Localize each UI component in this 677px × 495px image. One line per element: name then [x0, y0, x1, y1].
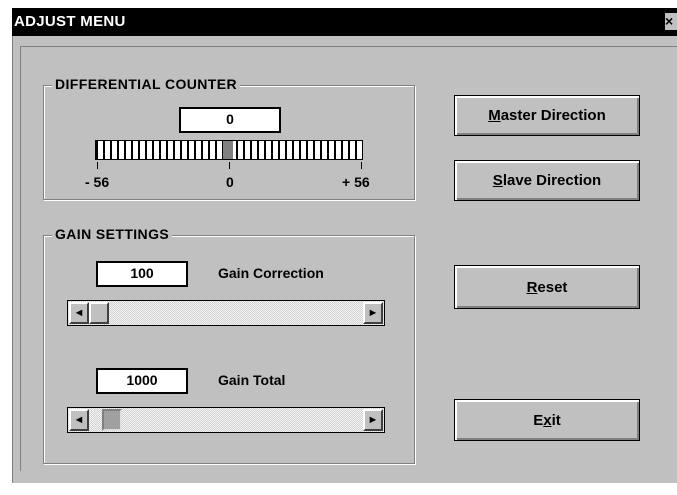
reset-button[interactable]: Reset: [454, 265, 640, 309]
gain-correction-label: Gain Correction: [218, 265, 324, 281]
adjust-dialog: DIFFERENTIAL COUNTER 0 - 56 0 + 56 GAIN …: [12, 36, 677, 483]
differential-counter-label: DIFFERENTIAL COUNTER: [52, 76, 240, 92]
differential-counter-group: DIFFERENTIAL COUNTER 0 - 56 0 + 56: [43, 76, 415, 200]
title-bar: ADJUST MENU ×: [12, 8, 677, 36]
exit-label-end: it: [551, 411, 561, 429]
gain-correction-field[interactable]: 100: [96, 261, 188, 287]
slave-direction-mnemonic: S: [492, 172, 503, 189]
master-direction-label: aster Direction: [500, 107, 606, 124]
gain-total-label: Gain Total: [218, 372, 286, 388]
scale-mid-label: 0: [226, 174, 234, 190]
slave-direction-button[interactable]: Slave Direction: [454, 160, 640, 201]
scale-center-marker: [223, 141, 233, 159]
master-direction-mnemonic: M: [488, 107, 501, 124]
scale-tick-mid: [229, 162, 230, 169]
differential-scale-bar: [95, 140, 363, 160]
scroll-left-arrow-icon[interactable]: ◄: [69, 302, 89, 324]
exit-button[interactable]: Exit: [454, 399, 640, 441]
slave-direction-label: lave Direction: [502, 172, 602, 189]
gain-total-scrollbar[interactable]: ◄ ►: [67, 407, 385, 433]
gain-total-field[interactable]: 1000: [96, 368, 188, 394]
scale-max-label: + 56: [342, 174, 370, 190]
exit-label-start: E: [533, 411, 544, 429]
window-title: ADJUST MENU: [14, 13, 126, 30]
gain-settings-group: GAIN SETTINGS 100 Gain Correction ◄ ► 10…: [43, 226, 415, 464]
differential-counter-value: 0: [179, 107, 281, 133]
reset-mnemonic: R: [526, 278, 538, 296]
master-direction-button[interactable]: Master Direction: [454, 95, 640, 136]
scale-tick-min: [97, 162, 98, 169]
gain-total-thumb[interactable]: [102, 409, 122, 431]
gain-correction-thumb[interactable]: [89, 302, 109, 324]
close-icon[interactable]: ×: [665, 13, 677, 30]
gain-settings-label: GAIN SETTINGS: [52, 226, 173, 242]
scale-tick-max: [361, 162, 362, 169]
exit-mnemonic: x: [543, 411, 552, 429]
scale-min-label: - 56: [85, 174, 110, 190]
scroll-right-arrow-icon[interactable]: ►: [363, 409, 383, 431]
scroll-right-arrow-icon[interactable]: ►: [363, 302, 383, 324]
scroll-left-arrow-icon[interactable]: ◄: [69, 409, 89, 431]
gain-correction-scrollbar[interactable]: ◄ ►: [67, 300, 385, 326]
reset-label: eset: [537, 278, 568, 296]
